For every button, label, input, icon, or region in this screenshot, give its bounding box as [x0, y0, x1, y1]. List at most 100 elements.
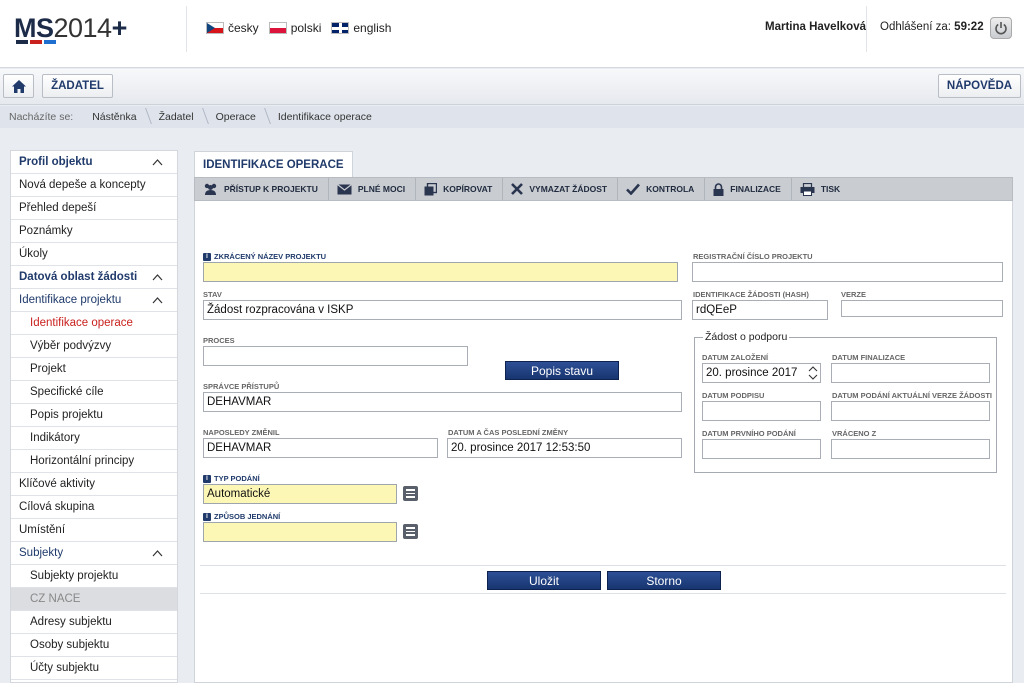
breadcrumb-item[interactable]: Žadatel — [149, 111, 206, 123]
cancel-button[interactable]: Storno — [607, 571, 721, 590]
breadcrumb-item[interactable]: Nástěnka — [82, 111, 148, 123]
list-icon[interactable] — [403, 486, 418, 501]
help-button[interactable]: NÁPOVĚDA — [938, 74, 1021, 98]
nav-label: Umístění — [19, 524, 66, 536]
current-submit-date-field[interactable] — [831, 401, 990, 421]
signed-date-field[interactable] — [702, 401, 821, 421]
procedure-label: i ZPŮSOB JEDNÁNÍ — [203, 512, 280, 522]
last-change-date-field[interactable]: 20. prosince 2017 12:53:50 — [447, 438, 682, 458]
nav-ukoly[interactable]: Úkoly — [11, 243, 177, 266]
first-submit-date-field[interactable] — [702, 439, 821, 459]
save-button[interactable]: Uložit — [487, 571, 601, 590]
nav-klicove-aktivity[interactable]: Klíčové aktivity — [11, 473, 177, 496]
nav-datova-oblast[interactable]: Datová oblast žádosti — [11, 266, 177, 289]
logo-plus: + — [111, 13, 128, 43]
label-text: TYP PODÁNÍ — [214, 474, 260, 483]
finalized-date-field[interactable] — [831, 363, 990, 383]
print-button[interactable]: TISK — [792, 178, 850, 200]
logout-time: 59:22 — [954, 21, 984, 33]
nav-adresy-subjektu[interactable]: Adresy subjektu — [11, 611, 177, 634]
date-spinner[interactable] — [808, 366, 818, 380]
lang-pl[interactable]: polski — [268, 21, 321, 35]
last-change-date-label: DATUM A ČAS POSLEDNÍ ZMĚNY — [448, 428, 569, 437]
nav-label: Subjekty projektu — [30, 570, 119, 582]
nav-label: Specifické cíle — [30, 386, 104, 398]
nav-subjekty[interactable]: Subjekty — [11, 542, 177, 565]
nav-popis-projektu[interactable]: Popis projektu — [11, 404, 177, 427]
nav-specificke-cile[interactable]: Specifické cíle — [11, 381, 177, 404]
last-changed-by-field[interactable]: DEHAVMAR — [203, 438, 438, 458]
action-bar: PŘÍSTUP K PROJEKTU PLNÉ MOCI KOPÍROVAT V… — [194, 177, 1013, 201]
version-label: VERZE — [841, 290, 867, 299]
nav-nova-depese[interactable]: Nová depeše a koncepty — [11, 174, 177, 197]
chevron-down-icon — [808, 374, 818, 380]
tab-identifikace-operace[interactable]: IDENTIFIKACE OPERACE — [194, 151, 353, 178]
nav-umisteni[interactable]: Umístění — [11, 519, 177, 542]
check-button[interactable]: KONTROLA — [618, 178, 706, 200]
state-label: STAV — [203, 290, 222, 299]
power-of-attorney-button[interactable]: PLNÉ MOCI — [329, 178, 417, 200]
nav-identifikace-operace[interactable]: Identifikace operace — [11, 312, 177, 335]
finalize-button[interactable]: FINALIZACE — [705, 178, 792, 200]
copy-button[interactable]: KOPÍROVAT — [416, 178, 504, 200]
nav-cilova-skupina[interactable]: Cílová skupina — [11, 496, 177, 519]
access-project-button[interactable]: PŘÍSTUP K PROJEKTU — [195, 178, 329, 200]
submission-type-field[interactable]: Automatické — [203, 484, 397, 504]
nav-cz-nace: CZ NACE — [11, 588, 177, 611]
nav-label: Účty subjektu — [30, 662, 100, 674]
printer-icon — [800, 182, 815, 196]
header-divider — [186, 6, 187, 52]
hash-field[interactable]: rdQEeP — [692, 300, 828, 320]
reg-number-label: REGISTRAČNÍ ČÍSLO PROJEKTU — [693, 252, 813, 261]
user-name: Martina Havelková — [765, 21, 866, 33]
nav-profil-objektu[interactable]: Profil objektu — [11, 151, 177, 174]
nav-indikatory[interactable]: Indikátory — [11, 427, 177, 450]
nav-ucty-subjektu[interactable]: Účty subjektu — [11, 657, 177, 680]
nav-projekt[interactable]: Projekt — [11, 358, 177, 381]
process-label: PROCES — [203, 336, 235, 345]
nav-osoby-subjektu[interactable]: Osoby subjektu — [11, 634, 177, 657]
copy-icon — [424, 182, 438, 195]
reg-number-field[interactable] — [692, 262, 1003, 282]
logo-bold: MS — [14, 13, 54, 43]
nav-label: Přehled depeší — [19, 202, 97, 214]
nav-label: Subjekty — [19, 547, 64, 559]
action-label: KOPÍROVAT — [443, 184, 493, 194]
access-admin-field[interactable]: DEHAVMAR — [203, 392, 682, 412]
nav-subjekty-projektu[interactable]: Subjekty projektu — [11, 565, 177, 588]
lang-cz[interactable]: česky — [206, 21, 259, 35]
uk-flag-icon — [331, 22, 350, 34]
created-date-field[interactable]: 20. prosince 2017 — [702, 363, 821, 383]
procedure-field[interactable] — [203, 522, 397, 542]
state-field[interactable]: Žádost rozpracována v ISKP — [203, 300, 682, 320]
nav-identifikace-projektu[interactable]: Identifikace projektu — [11, 289, 177, 312]
nav-label: Klíčové aktivity — [19, 478, 96, 490]
lang-label: english — [353, 21, 392, 35]
version-field[interactable] — [841, 300, 1003, 317]
breadcrumb-item[interactable]: Operace — [206, 111, 268, 123]
applicant-button[interactable]: ŽADATEL — [42, 74, 113, 98]
power-icon[interactable] — [990, 17, 1012, 39]
nav-label: Poznámky — [19, 225, 73, 237]
returned-to-field[interactable] — [831, 439, 990, 459]
nav-label: CZ NACE — [30, 593, 81, 605]
nav-label: Profil objektu — [19, 156, 93, 168]
last-changed-by-label: NAPOSLEDY ZMĚNIL — [203, 428, 280, 437]
envelope-icon — [336, 183, 352, 194]
nav-vyber-podvyzvy[interactable]: Výběr podvýzvy — [11, 335, 177, 358]
action-label: PLNÉ MOCI — [357, 184, 406, 194]
process-field[interactable] — [203, 346, 468, 366]
nav-horizontalni-principy[interactable]: Horizontální principy — [11, 450, 177, 473]
nav-poznamky[interactable]: Poznámky — [11, 220, 177, 243]
returned-to-label: VRÁCENO Z — [832, 429, 877, 438]
nav-prehled-depesi[interactable]: Přehled depeší — [11, 197, 177, 220]
chevron-up-icon — [808, 366, 818, 372]
action-label: TISK — [820, 184, 841, 194]
home-button[interactable] — [3, 74, 34, 98]
state-description-button[interactable]: Popis stavu — [505, 361, 619, 380]
short-name-field[interactable] — [203, 262, 678, 282]
lang-en[interactable]: english — [331, 21, 391, 35]
list-icon[interactable] — [403, 524, 418, 539]
chevron-up-icon — [152, 159, 163, 166]
delete-application-button[interactable]: VYMAZAT ŽÁDOST — [503, 178, 619, 200]
